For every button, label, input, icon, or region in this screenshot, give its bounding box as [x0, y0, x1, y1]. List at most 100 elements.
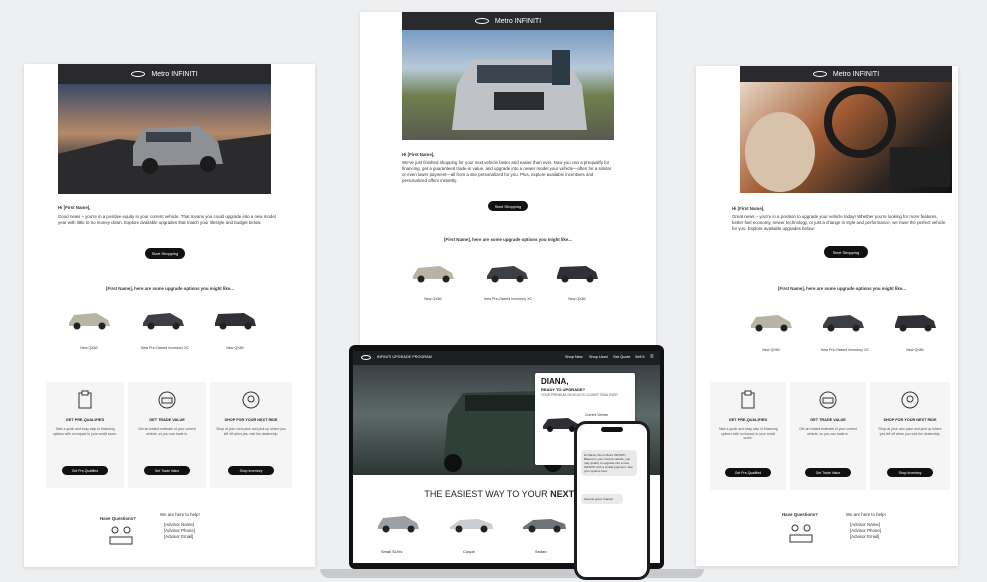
get-prequalified-button[interactable]: Get Pre-Qualified: [62, 466, 108, 475]
category-coupe-image: [450, 519, 493, 533]
sms-message: Hi Diana, this is Metro INFINITI. Based …: [584, 453, 633, 473]
left-email-panel: Metro INFINITI Hi [First Name], Good new…: [24, 64, 315, 567]
email-header: Metro INFINITI: [402, 12, 614, 30]
car-caption: New Pre-Owned Inventory XC: [483, 297, 533, 301]
advisor-meeting-icon: [109, 526, 133, 545]
contact-label: We are here to help!: [160, 512, 200, 517]
car-caption: New Pre-Owned Inventory XC: [820, 348, 870, 352]
car-image-qx60: [751, 315, 792, 332]
advisor-meeting-icon: [789, 524, 813, 543]
site-title: INFINITI UPGRADE PROGRAM: [377, 355, 432, 359]
steering-wheel-illustration: [745, 86, 950, 192]
menu-icon[interactable]: ≡: [650, 354, 654, 360]
clipboard-icon: [741, 390, 755, 409]
category-sedan-image: [523, 519, 566, 533]
suv-illustration: [58, 126, 271, 194]
card-title: GET TRADE VALUE: [149, 418, 185, 422]
headline-prefix: THE EASIEST WAY TO YOUR: [424, 489, 551, 499]
right-email-panel: Metro INFINITI Hi [First Name], Great ne…: [696, 66, 958, 566]
prequalify-card: GET PRE-QUALIFIED Take a quick and easy …: [710, 382, 786, 490]
contact-line: [Advisor Email]: [850, 534, 880, 539]
card-title: SHOP FOR YOUR NEXT RIDE: [224, 418, 278, 422]
start-shopping-button[interactable]: Start Shopping: [824, 246, 868, 258]
prequalify-card: GET PRE-QUALIFIED Take a quick and easy …: [46, 382, 124, 488]
email-body: We've just finished shopping for your ne…: [402, 160, 612, 183]
category-small-suv-image: [378, 516, 419, 533]
infiniti-logo-icon: [131, 71, 146, 77]
brand-name: Metro INFINITI: [832, 70, 880, 78]
card-description: Shop at your own pace and pick up where …: [878, 427, 942, 436]
email-body: Great news – you're in a position to upg…: [732, 214, 946, 231]
phone-notch: [601, 427, 623, 432]
contact-label: We are here to help!: [846, 512, 886, 517]
infiniti-logo-icon: [812, 71, 827, 77]
car-image-preowned: [487, 266, 528, 283]
overlay-name: DIANA,: [541, 377, 569, 386]
car-image-preowned: [823, 315, 864, 332]
upgrade-options-heading: [First Name], here are some upgrade opti…: [444, 237, 572, 242]
card-title: GET PRE-QUALIFIED: [65, 418, 105, 422]
clipboard-icon: [78, 390, 92, 409]
car-caption: New Pre-Owned Inventory XC: [140, 346, 190, 350]
get-trade-value-button[interactable]: Get Trade Value: [805, 468, 851, 477]
email-greeting: Hi [First Name],: [58, 205, 91, 210]
upgrade-options-heading: [First Name], here are some upgrade opti…: [106, 286, 234, 291]
category-label[interactable]: Small SUVs: [381, 549, 402, 554]
card-title: GET PRE-QUALIFIED: [728, 418, 768, 422]
nav-link[interactable]: Get Quote: [613, 355, 631, 359]
get-prequalified-button[interactable]: Get Pre-Qualified: [725, 468, 771, 477]
card-title: SHOP FOR YOUR NEXT RIDE: [883, 418, 937, 422]
car-image-qx60: [413, 266, 454, 283]
infiniti-logo-icon: [361, 355, 371, 360]
card-description: Get an instant estimate of your current …: [138, 427, 196, 436]
email-body: Good news – you're in a positive equity …: [58, 214, 276, 225]
brand-name: Metro INFINITI: [151, 70, 198, 78]
center-email-panel: Metro INFINITI Hi [First Name], We've ju…: [360, 12, 656, 347]
card-title: GET TRADE VALUE: [810, 418, 846, 422]
overlay-subline: YOUR PREMIUM VEHICLE IS CLOSER THAN EVER: [541, 393, 618, 397]
car-caption: New QX80: [568, 297, 586, 301]
card-description: Get an instant estimate of your current …: [799, 427, 857, 436]
brand-name: Metro INFINITI: [494, 17, 542, 25]
car-image-qx80: [557, 266, 598, 283]
email-header: Metro INFINITI: [58, 64, 271, 84]
hero-image-suv-road: [58, 84, 271, 194]
upgrade-options-heading: [First Name], here are some upgrade opti…: [778, 286, 906, 291]
questions-label: Have Questions?: [100, 516, 136, 521]
contact-line: [Advisor Email]: [164, 534, 194, 539]
overlay-headline: READY TO UPGRADE?: [541, 387, 586, 392]
hero-image-suv-desert: [402, 30, 614, 140]
category-label[interactable]: Sedan: [535, 549, 547, 554]
car-caption: New QX80: [906, 348, 924, 352]
trade-value-card: GET TRADE VALUE Get an instant estimate …: [790, 382, 866, 490]
category-label[interactable]: Coupe: [463, 549, 475, 554]
email-header: Metro INFINITI: [740, 66, 952, 82]
trade-value-card: GET TRADE VALUE Get an instant estimate …: [128, 382, 206, 488]
phone-frame: Hi Diana, this is Metro INFINITI. Based …: [574, 421, 650, 580]
get-trade-value-button[interactable]: Get Trade Value: [144, 466, 190, 475]
car-caption: New QX60: [424, 297, 442, 301]
shop-ride-card: SHOP FOR YOUR NEXT RIDE Shop at your own…: [870, 382, 950, 490]
nav-link[interactable]: Shop Used: [589, 355, 608, 359]
car-trade-icon: [819, 391, 837, 409]
card-description: Take a quick and easy step to financing …: [52, 427, 118, 436]
shop-inventory-button[interactable]: Shop Inventory: [887, 468, 933, 477]
sms-bubble-reply: Sounds good, thanks!: [581, 494, 623, 504]
card-description: Shop at your own pace and pick up where …: [216, 427, 286, 436]
site-navbar: INFINITI UPGRADE PROGRAM Shop New Shop U…: [353, 351, 660, 365]
car-image-qx80: [895, 315, 936, 332]
nav-link[interactable]: Sell It: [635, 355, 645, 359]
shop-inventory-button[interactable]: Shop Inventory: [228, 466, 274, 475]
car-image-preowned: [143, 313, 184, 330]
search-car-icon: [901, 391, 919, 409]
sms-reply: Sounds good, thanks!: [584, 497, 614, 501]
start-shopping-button[interactable]: Start Shopping: [488, 201, 528, 211]
hero-image-interior: [740, 82, 952, 193]
infiniti-logo-icon: [474, 18, 489, 24]
start-shopping-button[interactable]: Start Shopping: [145, 248, 185, 259]
nav-link[interactable]: Shop New: [565, 355, 583, 359]
sms-bubble-incoming: Hi Diana, this is Metro INFINITI. Based …: [581, 450, 637, 476]
car-image-qx60: [69, 313, 110, 330]
car-trade-icon: [158, 391, 176, 409]
suv-front-illustration: [452, 50, 587, 130]
